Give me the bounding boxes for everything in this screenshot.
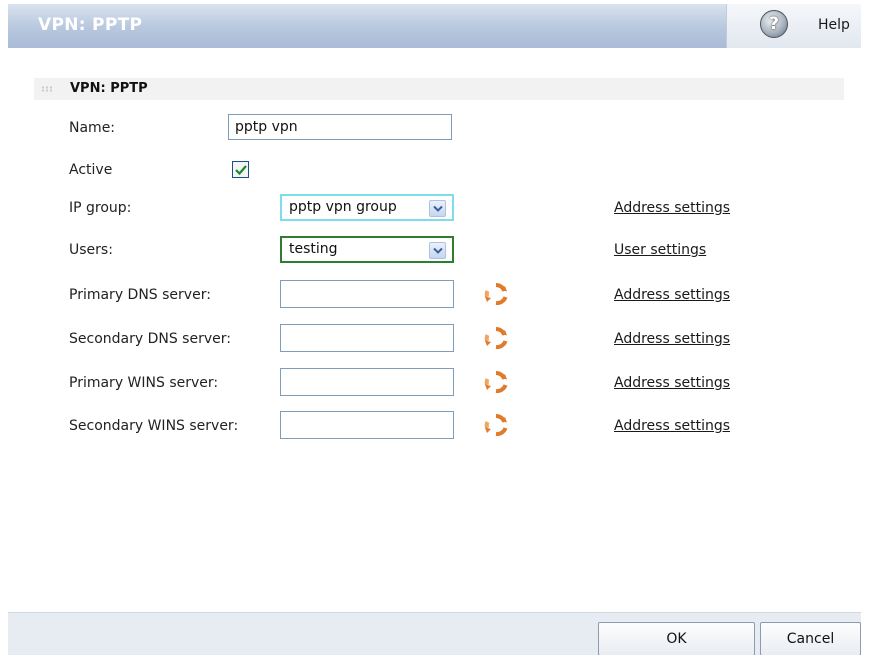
refresh-icon[interactable]: [484, 326, 508, 350]
section-header: VPN: PPTP: [34, 78, 844, 100]
grip-icon: [41, 86, 53, 92]
dialog-footer: OK Cancel: [8, 612, 861, 655]
title-bar: VPN: PPTP: [8, 4, 726, 48]
ip-group-value: pptp vpn group: [289, 199, 397, 215]
dialog-header: VPN: PPTP ? Help: [8, 4, 861, 48]
primary-dns-address-settings-link[interactable]: Address settings: [614, 287, 730, 303]
users-select[interactable]: testing: [280, 236, 454, 263]
refresh-icon[interactable]: [484, 413, 508, 437]
primary-dns-input[interactable]: [280, 280, 454, 308]
question-mark-icon[interactable]: ?: [760, 10, 788, 38]
secondary-dns-input[interactable]: [280, 324, 454, 352]
secondary-wins-input[interactable]: [280, 411, 454, 439]
dialog-title: VPN: PPTP: [38, 15, 143, 35]
ip-group-address-settings-link[interactable]: Address settings: [614, 200, 730, 216]
primary-wins-label: Primary WINS server:: [69, 375, 219, 391]
secondary-wins-address-settings-link[interactable]: Address settings: [614, 418, 730, 434]
users-value: testing: [289, 241, 338, 257]
secondary-wins-label: Secondary WINS server:: [69, 418, 239, 434]
name-input[interactable]: [228, 114, 452, 140]
ip-group-select[interactable]: pptp vpn group: [280, 194, 454, 221]
name-label: Name:: [69, 120, 116, 136]
primary-wins-input[interactable]: [280, 368, 454, 396]
users-label: Users:: [69, 242, 113, 258]
active-checkbox[interactable]: [232, 161, 249, 178]
chevron-down-icon[interactable]: [429, 200, 446, 217]
help-label[interactable]: Help: [818, 17, 850, 33]
primary-wins-address-settings-link[interactable]: Address settings: [614, 375, 730, 391]
primary-dns-label: Primary DNS server:: [69, 287, 211, 303]
section-title: VPN: PPTP: [70, 81, 148, 96]
cancel-button[interactable]: Cancel: [760, 622, 861, 655]
checkmark-icon: [235, 165, 247, 176]
active-label: Active: [69, 162, 113, 178]
secondary-dns-label: Secondary DNS server:: [69, 331, 231, 347]
ok-button[interactable]: OK: [598, 622, 755, 655]
ip-group-label: IP group:: [69, 200, 132, 216]
secondary-dns-address-settings-link[interactable]: Address settings: [614, 331, 730, 347]
user-settings-link[interactable]: User settings: [614, 242, 706, 258]
chevron-down-icon[interactable]: [429, 242, 446, 259]
help-button[interactable]: ? Help: [726, 4, 861, 48]
refresh-icon[interactable]: [484, 370, 508, 394]
refresh-icon[interactable]: [484, 282, 508, 306]
